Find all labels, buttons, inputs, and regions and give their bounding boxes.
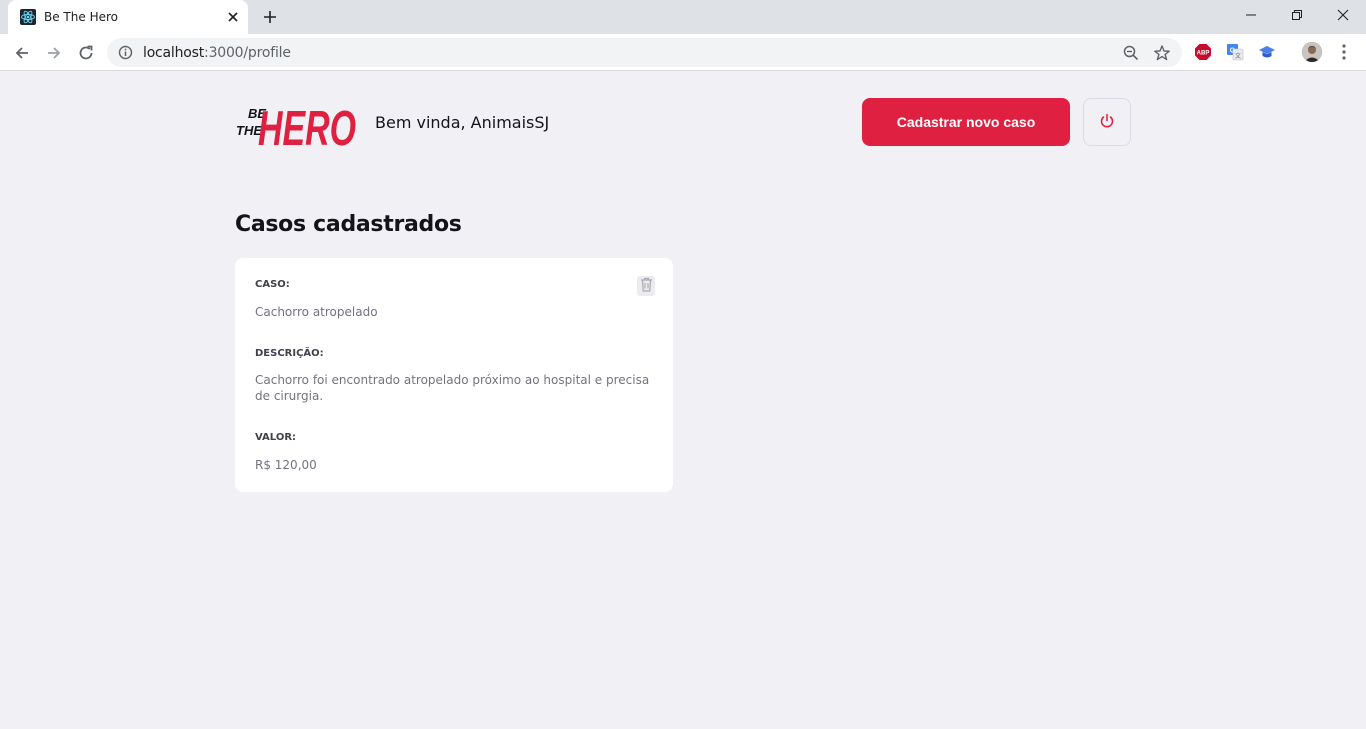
logout-button[interactable] [1083, 98, 1131, 146]
description-label: DESCRIÇÃO: [255, 348, 324, 359]
welcome-text: Bem vinda, AnimaisSJ [375, 113, 550, 132]
url-host: localhost [143, 45, 205, 61]
restore-button[interactable] [1274, 0, 1320, 30]
zoom-icon[interactable] [1122, 44, 1140, 62]
graduation-cap-icon[interactable] [1258, 43, 1276, 61]
power-icon [1098, 112, 1116, 133]
tab-title: Be The Hero [44, 10, 118, 24]
close-icon[interactable] [224, 8, 242, 26]
window-close-button[interactable] [1320, 0, 1366, 30]
case-card: CASO: Cachorro atropelado DESCRIÇÃO: Cac… [235, 258, 673, 492]
logo-hero-text: HERO [258, 102, 356, 149]
url-text[interactable]: localhost:3000/profile [143, 45, 291, 61]
adblock-icon[interactable]: ABP [1194, 43, 1212, 61]
avatar[interactable] [1302, 42, 1322, 62]
delete-case-button[interactable] [637, 276, 655, 296]
url-path: :3000/profile [204, 45, 291, 61]
new-tab-button[interactable] [259, 6, 281, 28]
be-the-hero-logo: BE THE HERO [235, 97, 357, 156]
forward-icon[interactable] [41, 40, 67, 66]
case-label: CASO: [255, 279, 290, 290]
minimize-button[interactable] [1228, 0, 1274, 30]
reload-icon[interactable] [73, 40, 99, 66]
page-title: Casos cadastrados [235, 212, 462, 237]
address-bar[interactable]: localhost:3000/profile [107, 38, 1182, 67]
browser-tabstrip: Be The Hero [0, 0, 1366, 34]
profile-page: BE THE HERO Bem vinda, AnimaisSJ Cadastr… [0, 71, 1366, 729]
menu-icon[interactable] [1336, 42, 1352, 62]
svg-text:文: 文 [1235, 52, 1241, 60]
new-case-button[interactable]: Cadastrar novo caso [862, 98, 1070, 146]
value-label: VALOR: [255, 432, 297, 443]
react-favicon-icon [20, 9, 36, 25]
back-icon[interactable] [9, 40, 35, 66]
star-icon[interactable] [1153, 44, 1171, 62]
trash-icon [640, 277, 653, 295]
svg-text:ABP: ABP [1197, 51, 1210, 57]
value-amount: R$ 120,00 [255, 458, 317, 472]
translate-icon[interactable]: G文 [1226, 43, 1244, 61]
browser-tab[interactable]: Be The Hero [8, 0, 248, 34]
case-value: Cachorro atropelado [255, 305, 378, 319]
browser-toolbar: localhost:3000/profile ABP G文 [0, 34, 1366, 71]
info-icon[interactable] [118, 45, 133, 60]
description-value: Cachorro foi encontrado atropelado próxi… [255, 373, 650, 403]
